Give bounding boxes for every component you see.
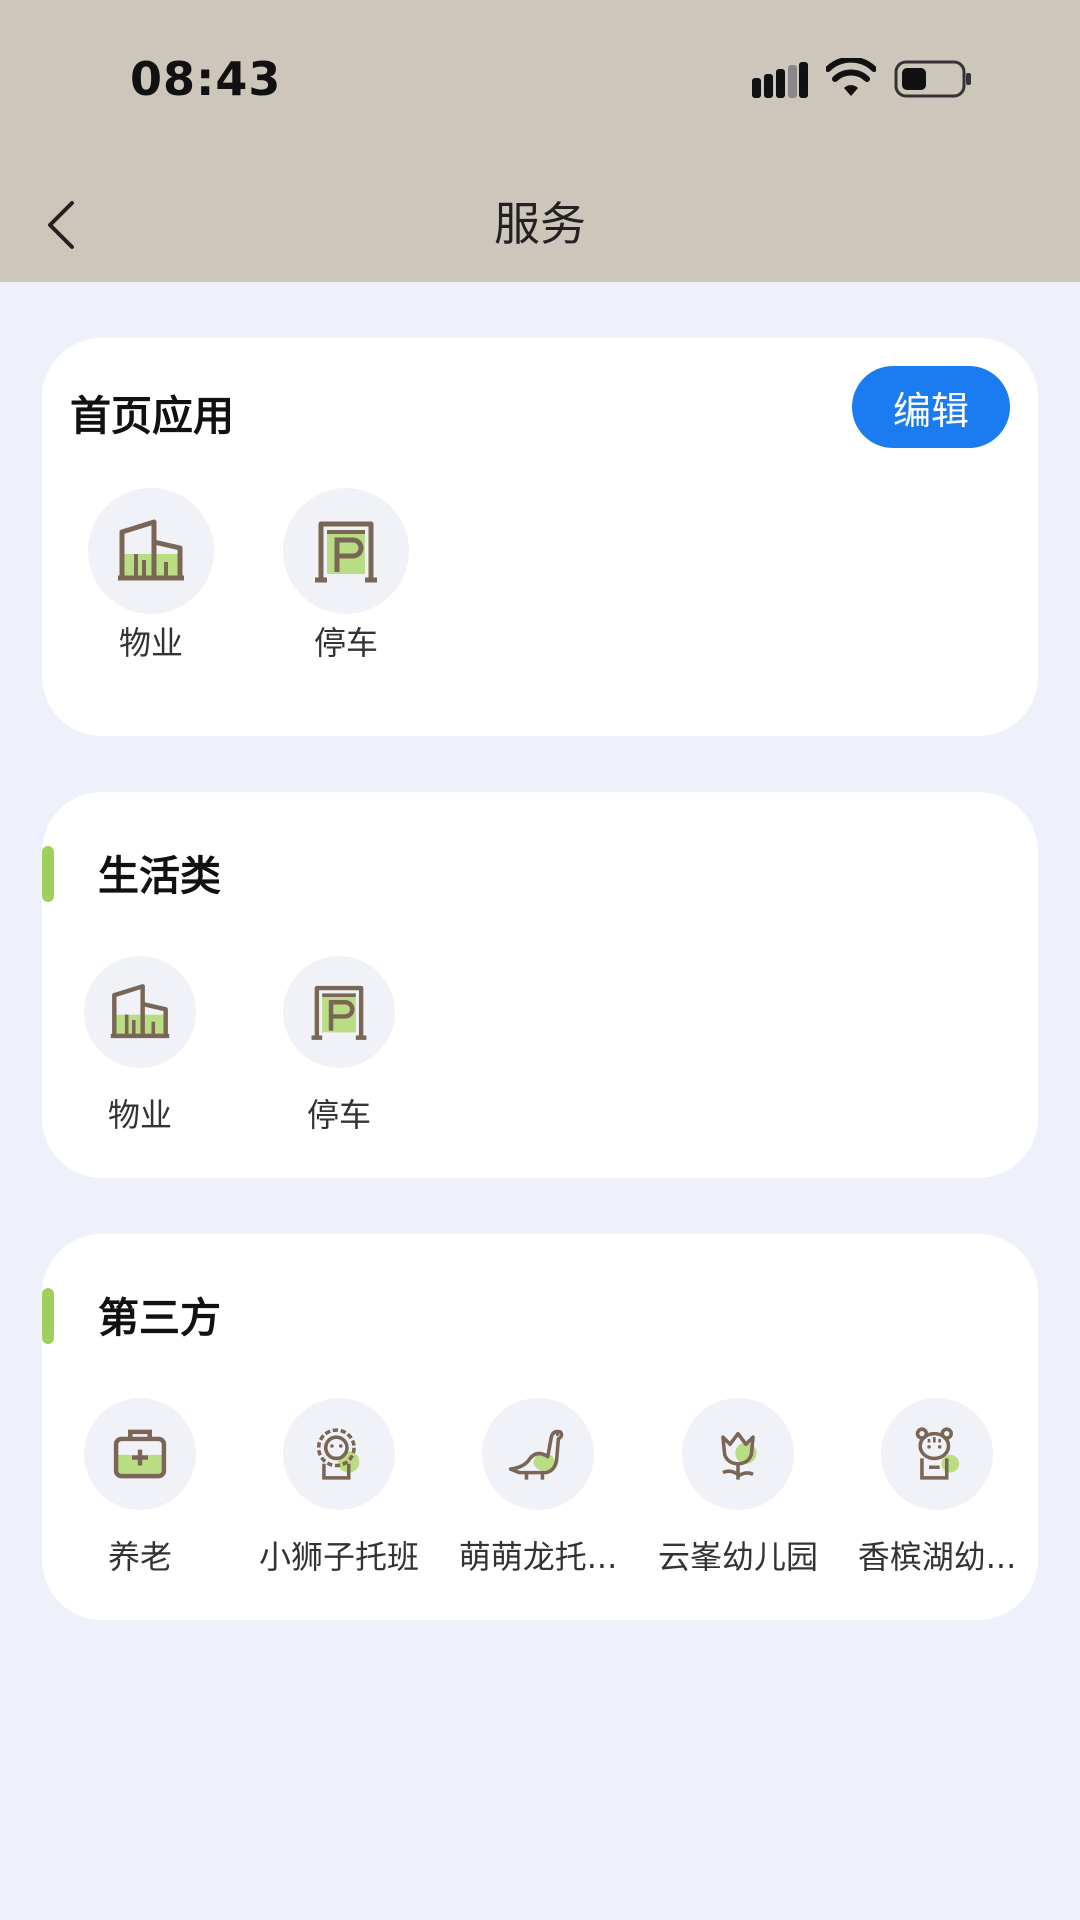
third-app-little-lion[interactable]: 小狮子托班 [239,1398,439,1578]
third-app-champagne-lake-kindergarten[interactable]: 香槟湖幼... [837,1398,1037,1578]
header: 08:43 服务 [0,0,1080,282]
building-icon [110,984,170,1039]
battery-icon [894,60,971,98]
signal-icon [752,62,808,98]
life-heading: 生活类 [98,852,221,900]
edit-button[interactable]: 编辑 [852,366,1010,448]
status-icons [752,58,992,104]
tiger-icon [915,1427,960,1480]
third-app-yunfeng-kindergarten[interactable]: 云峯幼儿园 [638,1398,838,1578]
accent-bar [42,846,54,902]
app-label: 物业 [107,1096,172,1134]
app-icon-circle [283,1398,395,1510]
home-apps-heading: 首页应用 [70,392,234,440]
app-label: 萌萌龙托... [458,1538,618,1576]
home-app-parking[interactable]: 停车 [246,488,446,664]
app-label: 物业 [118,624,183,662]
life-app-property[interactable]: 物业 [40,956,240,1136]
wifi-icon [826,58,876,96]
accent-bar [42,1288,54,1344]
app-icon-circle [682,1398,794,1510]
app-icon-circle [283,956,395,1068]
building-icon [118,519,184,581]
third-party-card: 第三方 养老 小狮子托班 萌萌龙托... 云峯幼儿园 香槟湖幼... [42,1234,1038,1620]
third-party-heading: 第三方 [98,1294,221,1342]
tulip-icon [721,1431,757,1480]
app-label: 养老 [107,1538,172,1576]
dinosaur-icon [508,1429,564,1480]
parking-icon [315,521,377,583]
page-title: 服务 [494,197,586,251]
first-aid-kit-icon [113,1429,167,1479]
app-icon-circle [881,1398,993,1510]
status-time: 08:43 [130,52,282,106]
app-icon-circle [84,956,196,1068]
app-label: 香槟湖幼... [857,1538,1017,1576]
home-app-property[interactable]: 物业 [51,488,251,664]
life-card: 生活类 物业 停车 [42,792,1038,1178]
third-app-elderly-care[interactable]: 养老 [40,1398,240,1578]
app-icon-circle [88,488,214,614]
app-label: 停车 [306,1096,371,1134]
parking-icon [311,985,367,1040]
app-label: 云峯幼儿园 [657,1538,818,1576]
lion-icon [316,1428,360,1480]
home-apps-card: 首页应用 编辑 物业 停车 [42,338,1038,736]
life-app-parking[interactable]: 停车 [239,956,439,1136]
app-label: 小狮子托班 [258,1538,419,1576]
app-icon-circle [482,1398,594,1510]
app-label: 停车 [313,624,378,662]
app-icon-circle [84,1398,196,1510]
third-app-dino-nursery[interactable]: 萌萌龙托... [438,1398,638,1578]
app-icon-circle [283,488,409,614]
